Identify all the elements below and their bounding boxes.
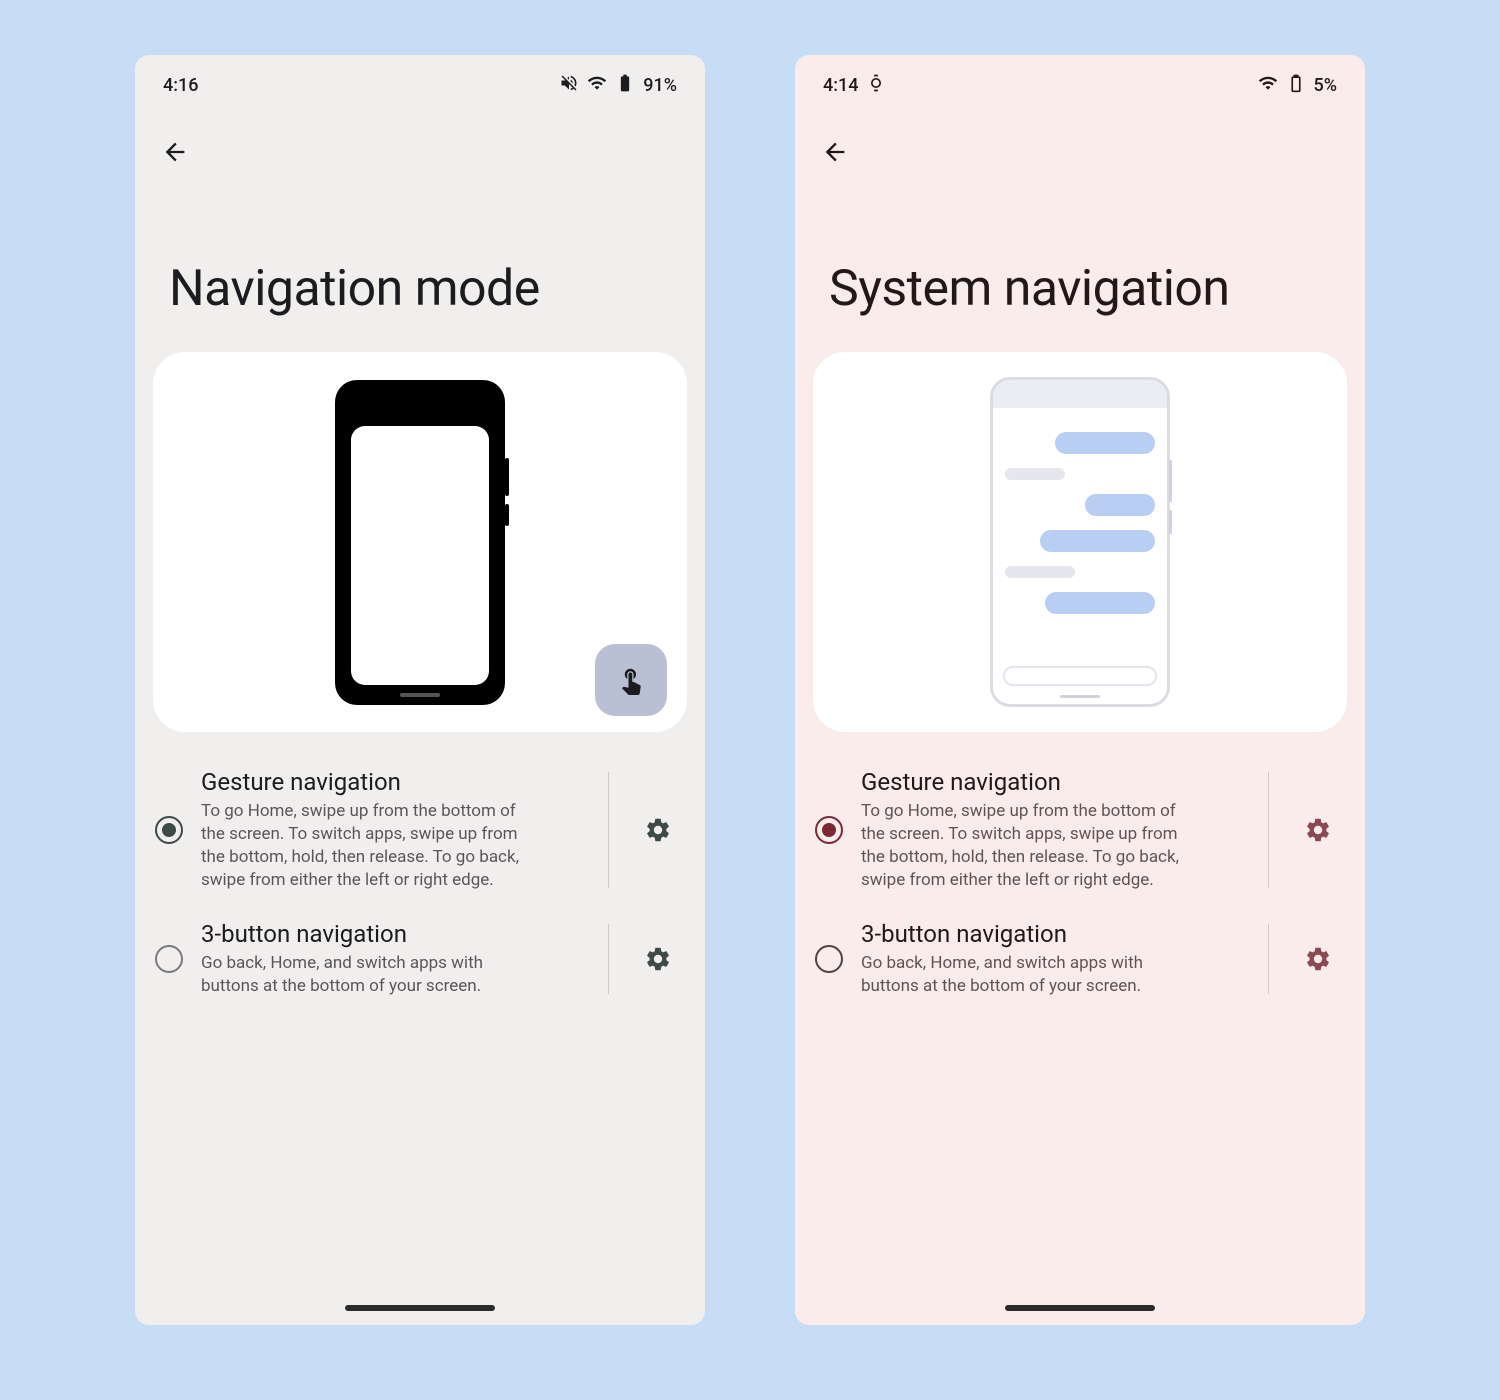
wifi-icon (587, 73, 607, 98)
option-body: Gesture navigation To go Home, swipe up … (861, 768, 1246, 892)
gear-icon (1304, 816, 1332, 844)
option-settings-button[interactable] (631, 945, 685, 973)
status-bar: 4:14 5% (795, 55, 1365, 106)
status-battery-pct: 5% (1314, 75, 1337, 96)
status-icons: 91% (559, 73, 677, 98)
radio-button[interactable] (815, 816, 843, 844)
option-gesture-navigation[interactable]: Gesture navigation To go Home, swipe up … (813, 754, 1347, 906)
status-battery-pct: 91% (643, 75, 677, 96)
gear-icon (644, 945, 672, 973)
radio-button[interactable] (815, 945, 843, 973)
phone-screenshot-left: 4:16 91% Navigation mode (135, 55, 705, 1325)
page-title: System navigation (795, 172, 1365, 352)
touch-tutorial-button[interactable] (595, 644, 667, 716)
toolbar (135, 106, 705, 172)
option-description: Go back, Home, and switch apps with butt… (201, 952, 521, 998)
option-title: 3-button navigation (861, 920, 1246, 948)
divider (1268, 924, 1269, 994)
option-settings-button[interactable] (631, 816, 685, 844)
option-title: Gesture navigation (861, 768, 1246, 796)
wifi-icon (1258, 73, 1278, 98)
option-description: To go Home, swipe up from the bottom of … (201, 800, 521, 892)
phone-screenshot-right: 4:14 5% System navigation (795, 55, 1365, 1325)
page-title: Navigation mode (135, 172, 705, 352)
battery-icon (1286, 73, 1306, 98)
status-icons: 5% (1258, 73, 1337, 98)
divider (608, 772, 609, 888)
options-list: Gesture navigation To go Home, swipe up … (795, 732, 1365, 1012)
mute-icon (559, 73, 579, 98)
option-gesture-navigation[interactable]: Gesture navigation To go Home, swipe up … (153, 754, 687, 906)
option-body: 3-button navigation Go back, Home, and s… (861, 920, 1246, 998)
option-description: Go back, Home, and switch apps with butt… (861, 952, 1181, 998)
options-list: Gesture navigation To go Home, swipe up … (135, 732, 705, 1012)
phone-mockup (990, 377, 1170, 707)
battery-icon (615, 73, 635, 98)
toolbar (795, 106, 1365, 172)
back-button[interactable] (155, 132, 195, 172)
option-body: 3-button navigation Go back, Home, and s… (201, 920, 586, 998)
phone-mockup (335, 380, 505, 705)
divider (1268, 772, 1269, 888)
option-body: Gesture navigation To go Home, swipe up … (201, 768, 586, 892)
status-time: 4:16 (163, 75, 198, 96)
option-title: 3-button navigation (201, 920, 586, 948)
preview-card (153, 352, 687, 732)
gear-icon (644, 816, 672, 844)
home-indicator[interactable] (345, 1305, 495, 1311)
gear-icon (1304, 945, 1332, 973)
back-button[interactable] (815, 132, 855, 172)
option-three-button-navigation[interactable]: 3-button navigation Go back, Home, and s… (153, 906, 687, 1012)
preview-card (813, 352, 1347, 732)
status-bar: 4:16 91% (135, 55, 705, 106)
option-settings-button[interactable] (1291, 816, 1345, 844)
option-three-button-navigation[interactable]: 3-button navigation Go back, Home, and s… (813, 906, 1347, 1012)
status-time: 4:14 (823, 75, 858, 96)
radio-button[interactable] (155, 945, 183, 973)
arrow-back-icon (821, 138, 849, 166)
option-title: Gesture navigation (201, 768, 586, 796)
option-settings-button[interactable] (1291, 945, 1345, 973)
touch-icon (616, 665, 646, 695)
watch-icon (866, 73, 886, 98)
radio-button[interactable] (155, 816, 183, 844)
divider (608, 924, 609, 994)
option-description: To go Home, swipe up from the bottom of … (861, 800, 1181, 892)
arrow-back-icon (161, 138, 189, 166)
home-indicator[interactable] (1005, 1305, 1155, 1311)
